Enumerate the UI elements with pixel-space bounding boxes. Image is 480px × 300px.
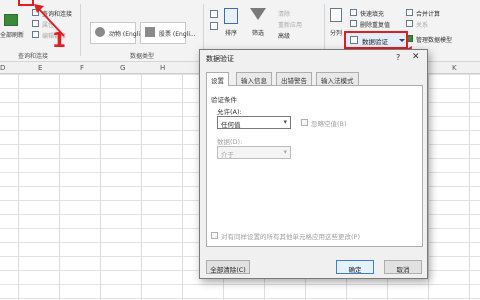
datatypes-group: 动物 (Engli... 股票 (Engli... 数据类型 bbox=[84, 0, 198, 62]
filter-button[interactable]: 筛选 bbox=[252, 28, 264, 37]
remove-duplicates-button[interactable]: 删除重复值 bbox=[360, 20, 390, 29]
settings-panel: 验证条件 允许(A): 任何值 ▾ 忽略空值(B) 数据(D): 介于 ▾ 对有… bbox=[206, 85, 423, 247]
validation-criteria-heading: 验证条件 bbox=[211, 96, 237, 104]
sort-az-icon bbox=[210, 10, 218, 18]
column-header[interactable]: F bbox=[80, 64, 84, 72]
refresh-all-icon bbox=[4, 14, 18, 26]
apply-all-label: 对有同样设置的所有其他单元格应用这些更改(P) bbox=[221, 233, 360, 241]
paw-icon bbox=[95, 27, 105, 37]
manage-data-model-button[interactable]: 管理数据模型 bbox=[416, 35, 452, 44]
relationships-button[interactable]: 关系 bbox=[416, 20, 428, 29]
ignore-blank-label: 忽略空值(B) bbox=[311, 120, 347, 128]
help-button[interactable]: ? bbox=[396, 53, 400, 62]
tab-input-message[interactable]: 输入信息 bbox=[236, 72, 272, 85]
column-header[interactable]: G bbox=[120, 64, 125, 72]
tab-settings[interactable]: 设置 bbox=[206, 72, 229, 86]
text-to-columns-icon bbox=[330, 8, 342, 22]
close-button[interactable]: ✕ bbox=[412, 52, 420, 62]
clear-filter-button[interactable]: 清除 bbox=[278, 9, 290, 18]
allow-select[interactable]: 任何值 ▾ bbox=[217, 116, 291, 129]
column-header[interactable]: H bbox=[160, 64, 165, 72]
ignore-blank-checkbox[interactable] bbox=[301, 119, 308, 126]
sort-za-icon bbox=[210, 22, 218, 30]
data-validation-icon bbox=[350, 36, 358, 44]
clear-all-button[interactable]: 全部清除(C) bbox=[206, 260, 250, 274]
text-to-columns-button[interactable]: 分列 bbox=[330, 28, 342, 37]
animals-datatype-button[interactable]: 动物 (Engli... bbox=[90, 22, 146, 44]
chevron-down-icon: ▾ bbox=[283, 118, 287, 126]
apply-all-checkbox[interactable] bbox=[211, 232, 218, 239]
ribbon-separator bbox=[80, 4, 81, 56]
data-value: 介于 bbox=[221, 151, 234, 159]
refresh-all-button[interactable]: 全部刷新 bbox=[0, 30, 24, 39]
column-header[interactable]: D bbox=[0, 64, 5, 72]
ok-button[interactable]: 确定 bbox=[336, 260, 374, 274]
annotation-number-1: 1 bbox=[52, 28, 66, 52]
stocks-datatype-button[interactable]: 股票 (Engli... bbox=[140, 22, 196, 44]
datatypes-group-label: 数据类型 bbox=[130, 53, 155, 60]
data-label: 数据(D): bbox=[217, 138, 243, 146]
query-group-label: 查询和连接 bbox=[18, 53, 49, 60]
chevron-down-icon: ▾ bbox=[283, 148, 287, 156]
column-header[interactable]: K bbox=[452, 64, 457, 72]
data-validation-dialog: 数据验证 ? ✕ 设置 输入信息 出错警告 输入法模式 验证条件 允许(A): … bbox=[199, 49, 428, 279]
consolidate-button[interactable]: 合并计算 bbox=[416, 9, 440, 18]
filter-icon bbox=[250, 8, 266, 20]
sort-icon bbox=[224, 8, 238, 24]
relationships-icon bbox=[406, 20, 413, 27]
sort-button[interactable]: 排序 bbox=[225, 28, 237, 37]
allow-label: 允许(A): bbox=[217, 108, 242, 116]
flash-fill-button[interactable]: 快速填充 bbox=[360, 9, 384, 18]
consolidate-icon bbox=[406, 9, 413, 16]
flash-fill-icon bbox=[350, 9, 357, 16]
advanced-filter-button[interactable]: 高级 bbox=[278, 31, 290, 40]
bank-icon bbox=[145, 27, 155, 37]
column-header[interactable]: E bbox=[38, 64, 42, 72]
remove-duplicates-icon bbox=[350, 20, 357, 27]
data-select[interactable]: 介于 ▾ bbox=[217, 146, 291, 159]
stocks-label: 股票 (Engli... bbox=[159, 31, 196, 38]
tab-error-alert[interactable]: 出错警告 bbox=[276, 72, 312, 85]
allow-value: 任何值 bbox=[221, 121, 241, 129]
reapply-filter-button[interactable]: 重新应用 bbox=[278, 20, 302, 29]
cancel-button[interactable]: 取消 bbox=[384, 260, 422, 274]
dialog-title: 数据验证 bbox=[206, 55, 234, 63]
tab-ime-mode[interactable]: 输入法模式 bbox=[316, 72, 359, 85]
